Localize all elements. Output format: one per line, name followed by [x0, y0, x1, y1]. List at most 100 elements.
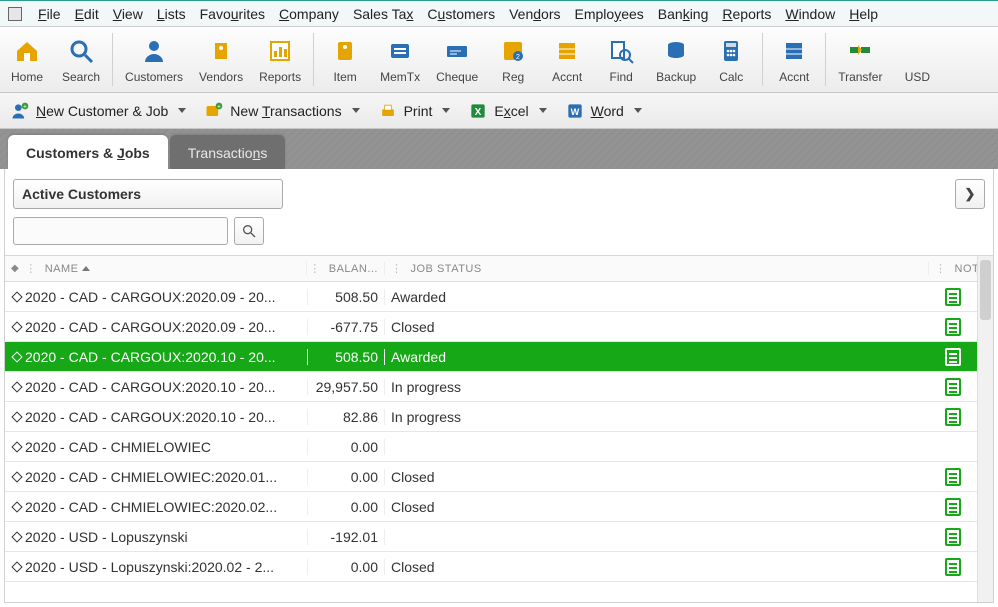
tab-transactions[interactable]: Transactions [170, 135, 286, 169]
cell-balance: 0.00 [307, 439, 385, 455]
new-customer-job-menu[interactable]: + New Customer & Job [10, 101, 186, 121]
table-row[interactable]: 2020 - CAD - CHMIELOWIEC0.00 [5, 432, 977, 462]
filter-row: Active Customers ❯ [5, 169, 993, 213]
search-button[interactable]: Search [54, 27, 108, 92]
reg-label: Reg [502, 70, 524, 84]
main-toolbar: HomeSearch Customers Vendors ReportsItem Mem… [0, 27, 998, 93]
reg-icon: 2 [499, 37, 527, 68]
table-row[interactable]: 2020 - CAD - CARGOUX:2020.09 - 20...-677… [5, 312, 977, 342]
cell-name: 2020 - CAD - CARGOUX:2020.09 - 20... [5, 319, 307, 335]
diamond-icon [11, 441, 22, 452]
table-row[interactable]: 2020 - CAD - CARGOUX:2020.10 - 20...29,9… [5, 372, 977, 402]
tab-customers-jobs[interactable]: Customers & Jobs [8, 135, 168, 169]
table-row[interactable]: 2020 - USD - Lopuszynski-192.01 [5, 522, 977, 552]
menu-reports[interactable]: Reports [722, 6, 771, 22]
expand-panel-button[interactable]: ❯ [955, 179, 985, 209]
menu-customers[interactable]: Customers [427, 6, 495, 22]
cheque-button[interactable]: Cheque [428, 27, 486, 92]
customers-table: ◆NAME BALAN... JOB STATUS NOT... 2020 - … [5, 256, 977, 602]
sub-toolbar: + New Customer & Job + New Transactions … [0, 93, 998, 129]
accnt2-button[interactable]: Accnt [767, 27, 821, 92]
cell-note [929, 288, 977, 306]
word-menu[interactable]: W Word [565, 101, 642, 121]
svg-text:W: W [570, 107, 579, 117]
sort-asc-icon [82, 266, 90, 271]
cell-note [929, 318, 977, 336]
system-menu-icon[interactable] [8, 7, 22, 21]
search-button[interactable] [234, 217, 264, 245]
usd-label: USD [905, 70, 930, 84]
menu-view[interactable]: View [113, 6, 143, 22]
menu-edit[interactable]: Edit [75, 6, 99, 22]
svg-text:+: + [23, 103, 27, 110]
calc-button[interactable]: Calc [704, 27, 758, 92]
vendors-label: Vendors [199, 70, 243, 84]
vertical-scrollbar[interactable] [977, 256, 993, 602]
cheque-label: Cheque [436, 70, 478, 84]
table-body: 2020 - CAD - CARGOUX:2020.09 - 20...508.… [5, 282, 977, 602]
item-button[interactable]: Item [318, 27, 372, 92]
reg-button[interactable]: 2 Reg [486, 27, 540, 92]
backup-icon [662, 37, 690, 68]
accnt-button[interactable]: Accnt [540, 27, 594, 92]
table-row[interactable]: 2020 - CAD - CARGOUX:2020.10 - 20...508.… [5, 342, 977, 372]
menu-help[interactable]: Help [849, 6, 878, 22]
cell-name: 2020 - CAD - CARGOUX:2020.10 - 20... [5, 379, 307, 395]
table-row[interactable]: 2020 - CAD - CARGOUX:2020.10 - 20...82.8… [5, 402, 977, 432]
vendors-button[interactable]: Vendors [191, 27, 251, 92]
diamond-icon [11, 411, 22, 422]
memtx-button[interactable]: MemTx [372, 27, 428, 92]
search-input[interactable] [13, 217, 228, 245]
backup-label: Backup [656, 70, 696, 84]
usd-button[interactable]: USD [890, 27, 944, 92]
table-row[interactable]: 2020 - CAD - CHMIELOWIEC:2020.01...0.00C… [5, 462, 977, 492]
table-row[interactable]: 2020 - CAD - CHMIELOWIEC:2020.02...0.00C… [5, 492, 977, 522]
new-transactions-menu[interactable]: + New Transactions [204, 101, 359, 121]
excel-menu[interactable]: X Excel [468, 101, 546, 121]
print-menu[interactable]: Print [378, 101, 451, 121]
memtx-label: MemTx [380, 70, 420, 84]
new-transactions-label: New Transactions [230, 103, 341, 119]
menu-file[interactable]: File [38, 6, 61, 22]
col-name[interactable]: ◆NAME [5, 262, 307, 275]
note-icon [945, 288, 961, 306]
transfer-button[interactable]: Transfer [830, 27, 890, 92]
cell-name: 2020 - USD - Lopuszynski:2020.02 - 2... [5, 559, 307, 575]
menu-favourites[interactable]: Favourites [200, 6, 265, 22]
find-button[interactable]: Find [594, 27, 648, 92]
reports-icon [266, 37, 294, 68]
table-row[interactable]: 2020 - CAD - CARGOUX:2020.09 - 20...508.… [5, 282, 977, 312]
customers-label: Customers [125, 70, 183, 84]
diamond-icon [11, 321, 22, 332]
note-icon [945, 318, 961, 336]
backup-button[interactable]: Backup [648, 27, 704, 92]
note-icon [945, 408, 961, 426]
table-row[interactable]: 2020 - USD - Lopuszynski:2020.02 - 2...0… [5, 552, 977, 582]
toolbar-separator [762, 33, 763, 86]
cell-name: 2020 - CAD - CHMIELOWIEC:2020.02... [5, 499, 307, 515]
menu-banking[interactable]: Banking [658, 6, 709, 22]
scrollbar-thumb[interactable] [980, 260, 991, 320]
col-note[interactable]: NOT... [929, 262, 977, 275]
home-button[interactable]: Home [0, 27, 54, 92]
toolbar-separator [112, 33, 113, 86]
menu-vendors[interactable]: Vendors [509, 6, 560, 22]
customer-filter-dropdown[interactable]: Active Customers [13, 179, 283, 209]
reports-button[interactable]: Reports [251, 27, 309, 92]
chevron-down-icon [634, 108, 642, 113]
chevron-right-icon: ❯ [965, 186, 976, 202]
transfer-label: Transfer [838, 70, 882, 84]
item-icon [331, 37, 359, 68]
cell-note [929, 408, 977, 426]
col-balance[interactable]: BALAN... [307, 262, 385, 275]
search-row [5, 213, 993, 255]
customers-icon [140, 37, 168, 68]
customers-button[interactable]: Customers [117, 27, 191, 92]
menu-lists[interactable]: Lists [157, 6, 186, 22]
menu-company[interactable]: Company [279, 6, 339, 22]
col-job-status[interactable]: JOB STATUS [385, 262, 929, 275]
menu-window[interactable]: Window [785, 6, 835, 22]
menu-sales-tax[interactable]: Sales Tax [353, 6, 413, 22]
tabs-bar: Customers & Jobs Transactions [0, 129, 998, 169]
menu-employees[interactable]: Employees [575, 6, 644, 22]
